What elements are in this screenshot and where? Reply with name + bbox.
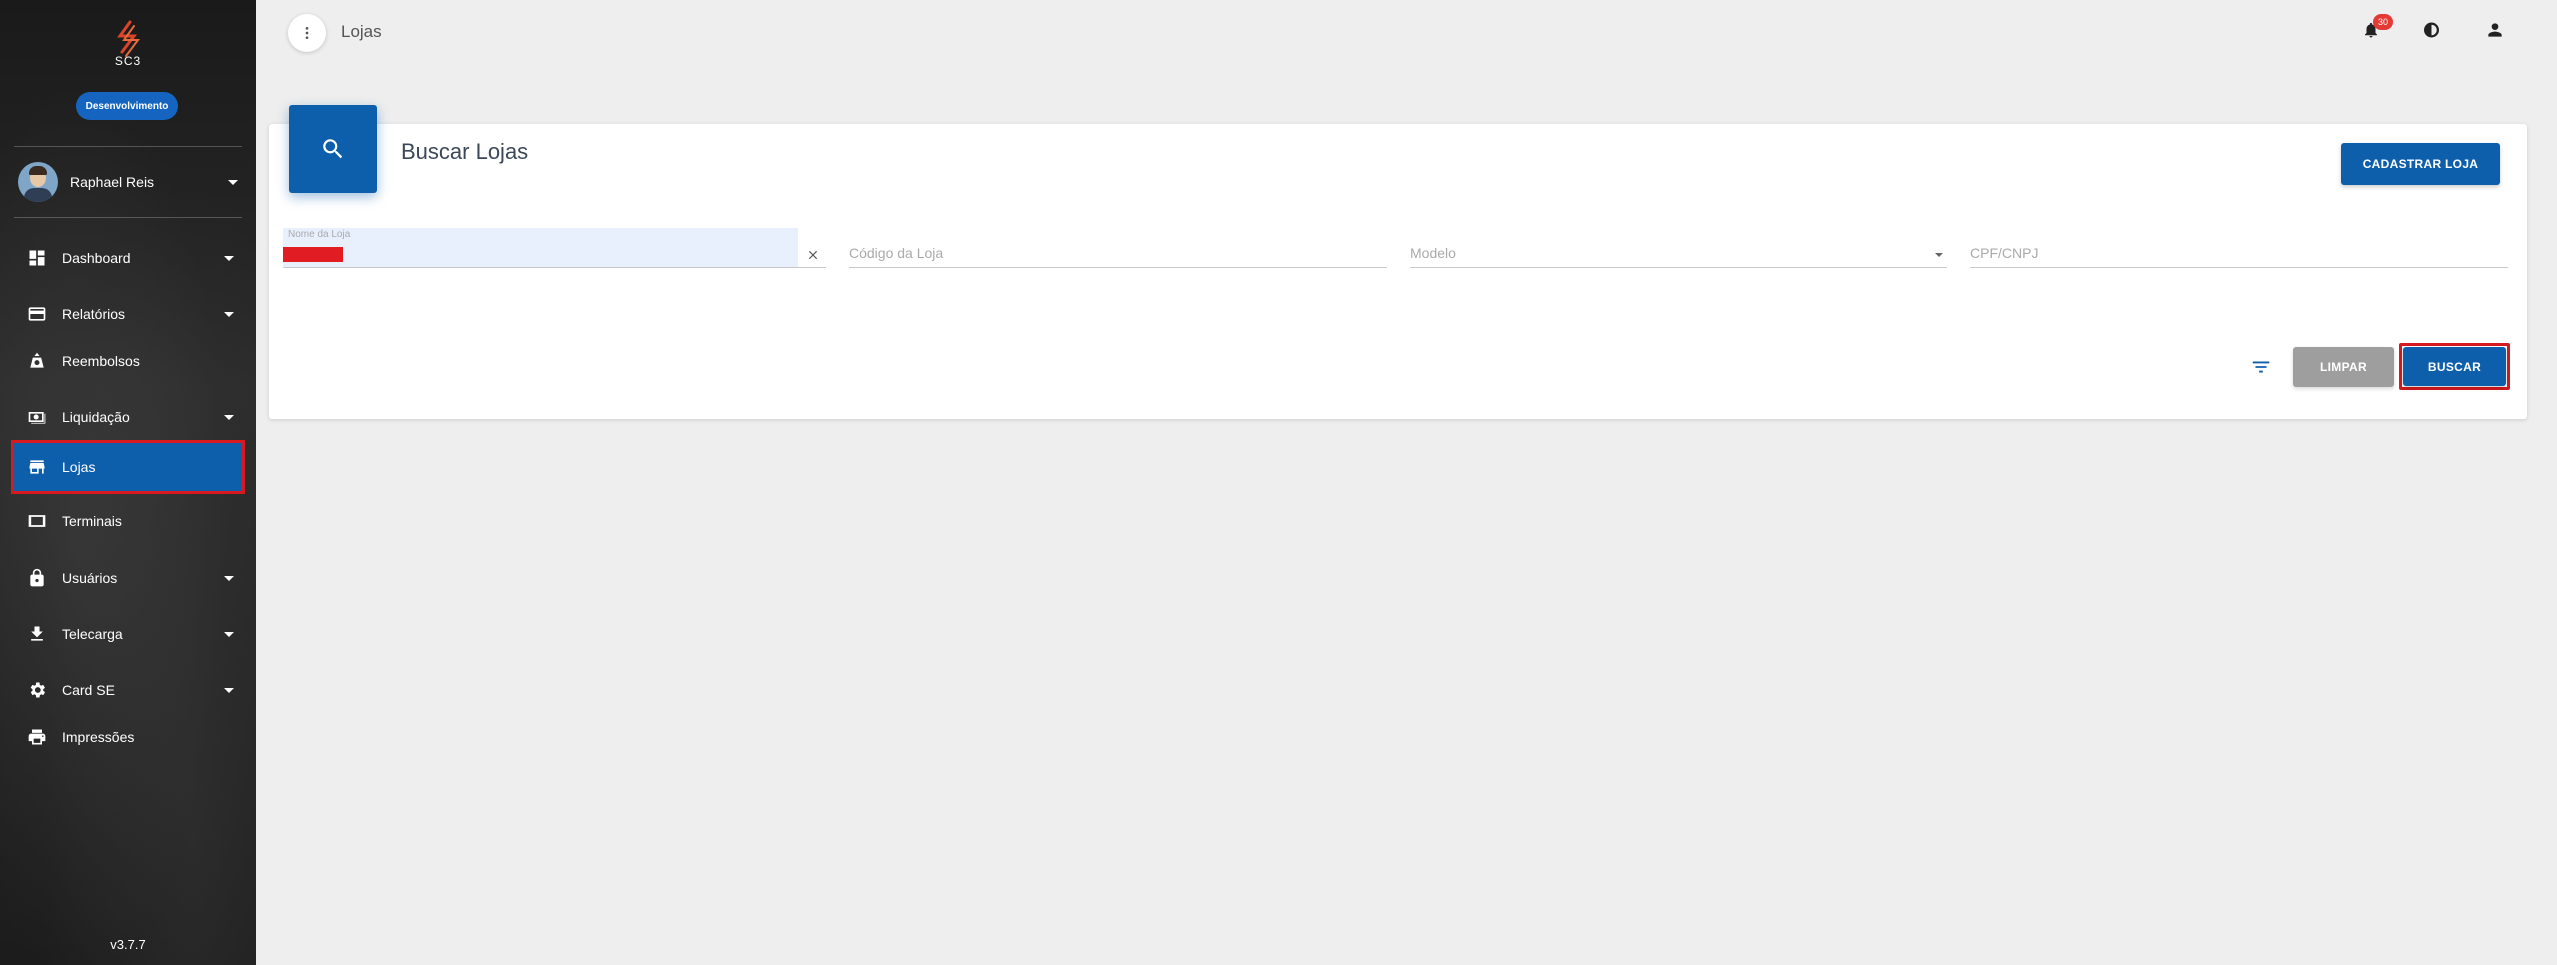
sidebar-item-label: Relatórios [62, 306, 126, 322]
sidebar-item-lojas[interactable]: Lojas [11, 440, 245, 494]
sidebar-item-label: Dashboard [62, 250, 131, 266]
terminal-icon [26, 510, 48, 532]
card-header-icon [289, 105, 377, 193]
model-placeholder: Modelo [1410, 245, 1456, 261]
app-version: v3.7.7 [110, 937, 146, 952]
advanced-filter-button[interactable] [2247, 353, 2275, 381]
chevron-down-icon [224, 414, 234, 420]
moon-icon [2424, 22, 2439, 38]
sidebar-item-dashboard[interactable]: Dashboard [14, 235, 242, 281]
filter-list-icon [2252, 361, 2270, 373]
sidebar-item-liquidacao[interactable]: Liquidação [14, 394, 242, 440]
gear-icon [26, 679, 48, 701]
card-title: Buscar Lojas [401, 139, 529, 164]
sidebar-item-relatorios[interactable]: Relatórios [14, 291, 242, 337]
chevron-down-icon [224, 631, 234, 637]
credit-card-icon [26, 303, 48, 325]
search-card [269, 124, 2527, 419]
page-title: Lojas [341, 22, 382, 41]
environment-badge: Desenvolvimento [76, 92, 178, 120]
dark-mode-toggle[interactable] [2419, 16, 2447, 44]
download-icon [26, 623, 48, 645]
sidebar-item-reembolsos[interactable]: Reembolsos [14, 338, 242, 384]
sidebar-divider [14, 217, 242, 218]
chevron-down-icon [224, 311, 234, 317]
sidebar-toggle-button[interactable] [288, 14, 326, 52]
store-code-placeholder: Código da Loja [849, 245, 944, 261]
store-name-label: Nome da Loja [288, 229, 351, 240]
printer-icon [26, 726, 48, 748]
person-icon [2488, 23, 2502, 37]
search-icon [323, 139, 343, 159]
sidebar-item-label: Telecarga [62, 626, 123, 642]
register-store-button[interactable]: CADASTRAR LOJA [2341, 143, 2500, 185]
sidebar-item-label: Impressões [62, 729, 135, 745]
close-icon [808, 250, 818, 260]
sidebar-item-impressoes[interactable]: Impressões [14, 714, 242, 760]
avatar [18, 162, 58, 202]
sidebar-item-label: Lojas [62, 459, 96, 475]
sidebar-item-label: Liquidação [62, 409, 130, 425]
sidebar-item-label: Card SE [62, 682, 115, 698]
store-code-input[interactable]: Código da Loja [849, 228, 1387, 268]
sidebar-item-card-se[interactable]: Card SE [14, 667, 242, 713]
profile-button[interactable] [2481, 16, 2509, 44]
money-bag-icon [26, 350, 48, 372]
store-icon [26, 456, 48, 478]
sidebar-item-usuarios[interactable]: Usuários [14, 555, 242, 601]
cpf-cnpj-input[interactable]: CPF/CNPJ [1970, 228, 2508, 268]
sidebar-item-label: Reembolsos [62, 353, 140, 369]
search-button[interactable]: BUSCAR [2403, 347, 2506, 386]
chevron-down-icon [1935, 253, 1943, 257]
user-menu[interactable]: Raphael Reis [18, 160, 238, 204]
clear-input-button[interactable] [803, 245, 823, 265]
user-name: Raphael Reis [70, 174, 155, 190]
cpf-cnpj-placeholder: CPF/CNPJ [1970, 245, 2039, 261]
redacted-value [283, 247, 343, 262]
chevron-down-icon [228, 179, 238, 185]
chevron-down-icon [224, 575, 234, 581]
more-vert-icon [305, 27, 309, 39]
chevron-down-icon [224, 687, 234, 693]
sidebar-item-telecarga[interactable]: Telecarga [14, 611, 242, 657]
logo-text: SC3 [114, 54, 142, 68]
notification-count-badge: 30 [2373, 14, 2393, 30]
chevron-down-icon [224, 255, 234, 261]
model-select[interactable]: Modelo [1410, 228, 1947, 268]
store-name-input[interactable] [283, 228, 798, 268]
sidebar-item-label: Terminais [62, 513, 122, 529]
sidebar-item-label: Usuários [62, 570, 118, 586]
sidebar-item-terminais[interactable]: Terminais [14, 498, 242, 544]
clear-button[interactable]: LIMPAR [2293, 347, 2394, 387]
sidebar: SC3 Desenvolvimento Raphael Reis Dashboa… [0, 0, 256, 965]
lock-icon [26, 567, 48, 589]
dashboard-icon [26, 247, 48, 269]
sidebar-divider [14, 146, 242, 147]
cash-icon [26, 406, 48, 428]
